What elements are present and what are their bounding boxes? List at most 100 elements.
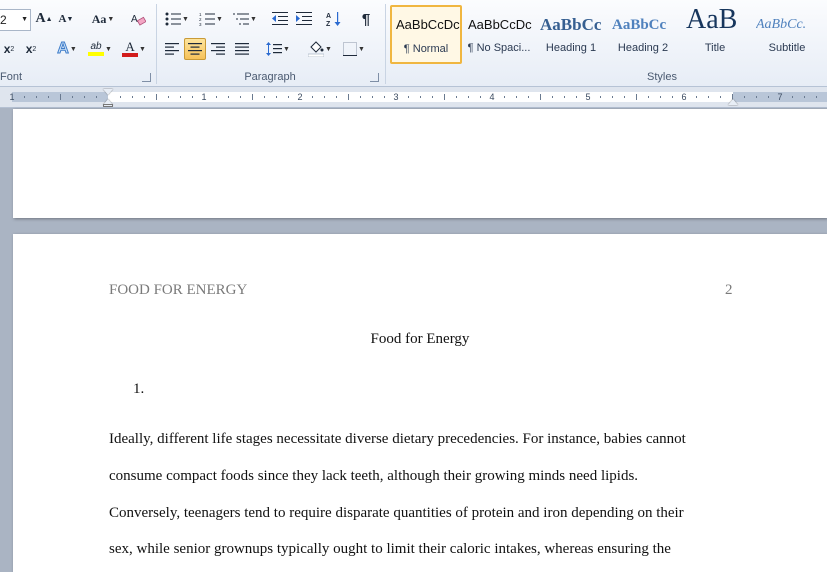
page-number[interactable]: 2 [725,282,733,299]
font-group: 2 ▼ A ▲ A ▼ Aa ▼ A x2 x2 A ▼ ab ▼ A ▼ Fo… [0,0,154,86]
change-case-icon: Aa [91,11,107,26]
ruler-tick [576,96,577,98]
style-heading-2[interactable]: AaBbCc Heading 2 [608,5,678,63]
paragraph-group-label: Paragraph [244,71,296,83]
shading-bucket-icon [308,41,325,57]
style-sample: AaBbCcDc [468,17,532,32]
align-left-button[interactable] [162,39,182,59]
clear-formatting-button[interactable]: A [128,9,148,29]
shading-button[interactable]: ▼ [306,39,334,59]
show-formatting-button[interactable]: ¶ [356,9,376,29]
ruler-tick [156,94,157,100]
previous-page[interactable] [13,109,827,218]
ruler-tick [180,96,181,98]
ribbon: 2 ▼ A ▲ A ▼ Aa ▼ A x2 x2 A ▼ ab ▼ A ▼ Fo… [0,0,827,87]
sort-button[interactable]: AZ [324,9,344,29]
ruler-tick [756,96,757,98]
divider [385,4,386,84]
ruler-number: 4 [489,92,495,102]
first-line-indent-marker[interactable] [103,89,113,95]
ruler-number: 6 [681,92,687,102]
justify-icon [235,43,249,55]
font-size-box[interactable]: 2 ▼ [0,9,31,31]
ruler-tick [516,96,517,98]
style-name: ¶ No Spaci... [467,42,531,54]
font-size-dropdown-icon[interactable]: ▼ [21,10,28,30]
style-title[interactable]: AaB Title [680,5,750,63]
ruler-tick [324,96,325,98]
style-subtitle[interactable]: AaBbCc. Subtitle [752,5,822,63]
align-center-button[interactable] [184,38,206,60]
font-dialog-launcher-icon[interactable] [142,73,151,82]
align-right-button[interactable] [208,39,228,59]
superscript-icon: x [25,42,33,56]
ruler-tick [192,96,193,98]
paragraph-line[interactable]: consume compact foods since they lack te… [109,468,727,485]
shrink-font-button[interactable]: A ▼ [57,9,75,29]
font-color-icon: A [125,39,135,54]
style-no-spacing[interactable]: AaBbCcDc ¶ No Spaci... [464,5,534,63]
bullets-button[interactable]: ▼ [162,9,192,29]
ruler-tick [24,96,25,98]
font-group-label: Font [0,71,23,83]
ruler-number: 1 [201,92,207,102]
borders-button[interactable]: ▼ [340,39,368,59]
ruler-tick [360,96,361,98]
document-title[interactable]: Food for Energy [13,331,827,348]
ruler-tick [72,96,73,98]
list-marker[interactable]: 1. [133,381,144,398]
ruler-tick [792,96,793,98]
ruler-tick [372,96,373,98]
ruler-tick [768,96,769,98]
style-name: ¶ Normal [403,43,449,55]
ruler-tick [624,96,625,98]
borders-icon [343,42,358,56]
subscript-button[interactable]: x2 [0,39,18,59]
ruler-tick [648,96,649,98]
sort-icon: AZ [326,12,341,27]
ruler-tick [252,94,253,100]
svg-text:3: 3 [199,22,202,26]
styles-gallery: AaBbCcDc ¶ Normal AaBbCcDc ¶ No Spaci...… [388,5,827,65]
ruler-number: 1 [9,92,15,102]
superscript-button[interactable]: x2 [22,39,40,59]
paragraph-line[interactable]: Ideally, different life stages necessita… [109,431,727,448]
style-sample: AaBbCcDc [396,17,460,32]
ruler-tick [600,96,601,98]
change-case-button[interactable]: Aa ▼ [88,9,118,29]
ruler-tick [348,94,349,100]
increase-indent-button[interactable] [294,9,314,29]
multilevel-list-button[interactable]: ▼ [230,9,260,29]
align-center-icon [188,43,202,55]
justify-button[interactable] [232,39,252,59]
svg-text:A: A [326,13,331,20]
horizontal-ruler[interactable]: 1 1 2 3 4 5 6 7 [0,87,827,108]
paragraph-dialog-launcher-icon[interactable] [370,73,379,82]
ruler-tick [696,96,697,98]
font-color-button[interactable]: A ▼ [119,39,149,59]
grow-font-button[interactable]: A ▲ [35,9,53,29]
right-indent-marker[interactable] [728,99,738,105]
style-sample: AaBbCc. [756,17,807,32]
style-heading-1[interactable]: AaBbCc Heading 1 [536,5,606,63]
style-sample: AaBbCc [540,15,602,34]
ruler-tick [132,96,133,98]
paragraph-line[interactable]: Conversely, teenagers tend to require di… [109,505,727,522]
ruler-tick [480,96,481,98]
running-head[interactable]: FOOD FOR ENERGY [109,282,247,299]
numbering-button[interactable]: 1 2 3 ▼ [196,9,226,29]
text-effects-button[interactable]: A ▼ [53,39,81,59]
numbering-icon: 123 [199,12,216,26]
left-indent-marker[interactable] [103,104,113,107]
current-page[interactable]: FOOD FOR ENERGY 2 Food for Energy 1. Ide… [13,234,827,572]
decrease-indent-button[interactable] [270,9,290,29]
multilevel-list-icon [233,13,250,25]
line-spacing-button[interactable]: ▼ [264,39,292,59]
style-normal[interactable]: AaBbCcDc ¶ Normal [390,5,462,64]
highlight-button[interactable]: ab ▼ [85,39,115,59]
paragraph-line[interactable]: sex, while senior grownups typically oug… [109,541,727,558]
ruler-tick [660,96,661,98]
font-size-value: 2 [0,13,7,27]
shrink-font-icon: A [58,13,67,25]
ruler-tick [120,96,121,98]
